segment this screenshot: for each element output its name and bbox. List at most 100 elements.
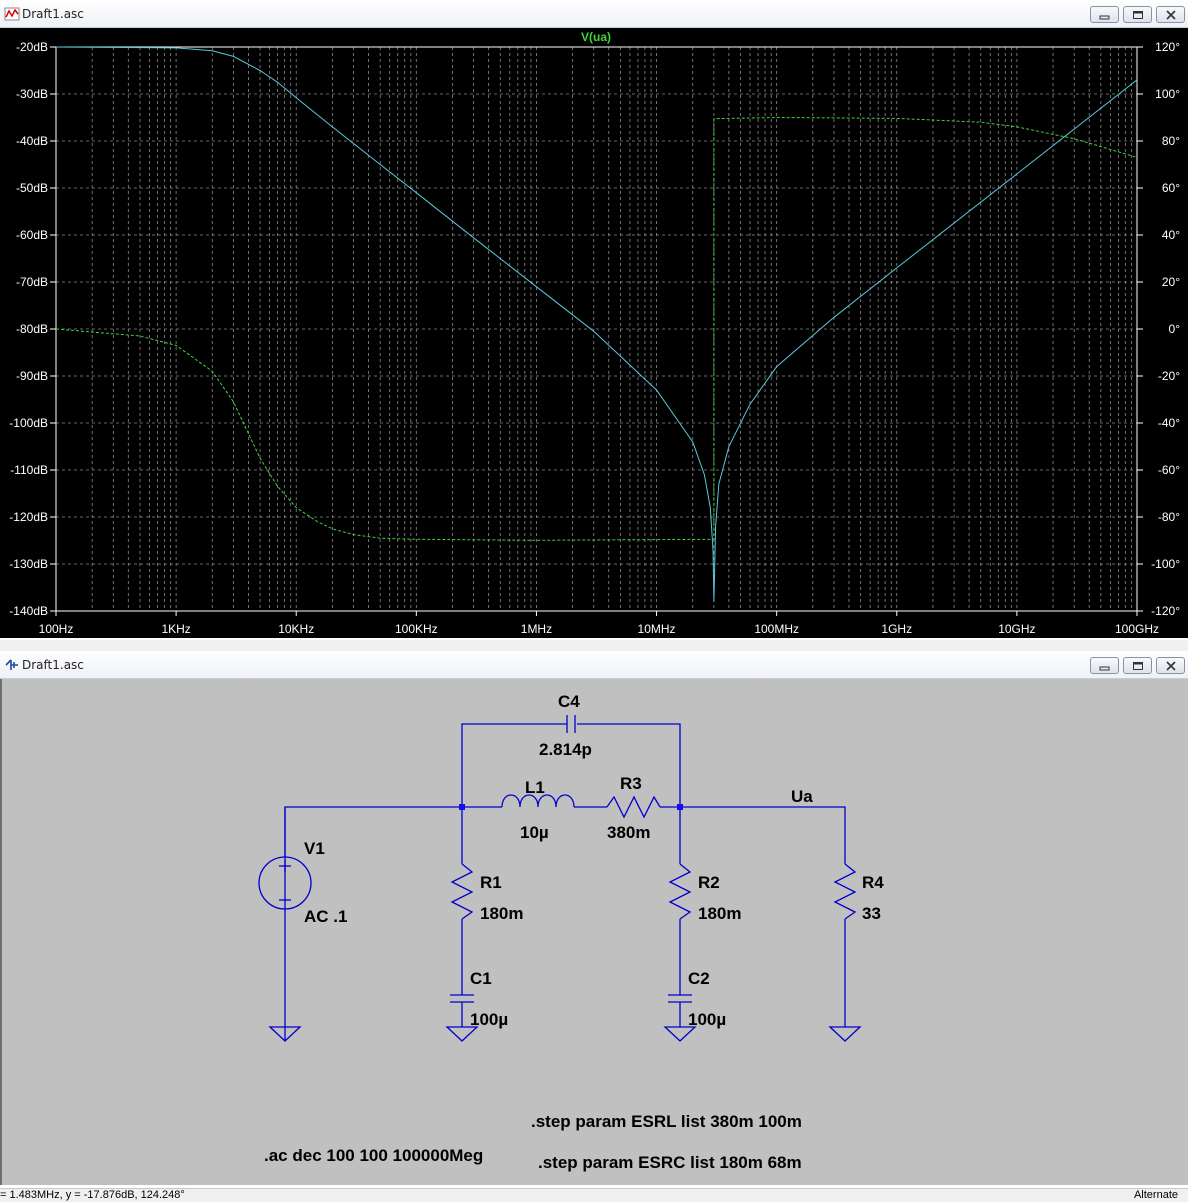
close-button[interactable] <box>1156 6 1185 23</box>
r3-value: 380m <box>607 823 650 842</box>
x-tick-label: 1MHz <box>521 622 552 636</box>
x-tick-label: 10GHz <box>998 622 1035 636</box>
c2-name: C2 <box>688 969 710 988</box>
junction-dot <box>459 804 465 810</box>
x-tick-label: 100KHz <box>395 622 438 636</box>
r1-value: 180m <box>480 904 523 923</box>
y-right-tick-label: -20° <box>1158 369 1180 383</box>
resistor-r3[interactable] <box>606 795 661 819</box>
ground-icon <box>445 1026 479 1042</box>
x-tick-label: 100MHz <box>754 622 799 636</box>
y-right-tick-label: 40° <box>1162 228 1180 242</box>
ground-icon <box>828 1026 862 1042</box>
v1-value: AC .1 <box>304 907 347 926</box>
schematic-window-title: Draft1.asc <box>22 658 84 672</box>
y-left-tick-label: -40dB <box>16 134 48 148</box>
restore-icon <box>1133 11 1143 19</box>
resistor-r4[interactable] <box>833 863 857 920</box>
directive-ac[interactable]: .ac dec 100 100 100000Meg <box>264 1146 483 1165</box>
y-right-tick-label: 120° <box>1155 40 1180 54</box>
wire <box>660 806 846 864</box>
y-right-tick-label: -120° <box>1151 604 1180 618</box>
x-tick-label: 100Hz <box>39 622 74 636</box>
y-left-tick-label: -100dB <box>9 416 48 430</box>
waveform-window-title: Draft1.asc <box>22 7 84 21</box>
plot-pane[interactable]: V(ua) -20dB -30dB -40dB -50dB -60dB -70dB -80d… <box>0 28 1188 638</box>
waveform-app-icon <box>4 7 20 21</box>
y-left-tick-label: -50dB <box>16 181 48 195</box>
restore-button[interactable] <box>1123 657 1152 674</box>
wire <box>577 723 681 807</box>
r2-value: 180m <box>698 904 741 923</box>
capacitor-c1[interactable] <box>450 994 474 1003</box>
y-right-tick-label: -80° <box>1158 510 1180 524</box>
plot-title: V(ua) <box>581 30 611 44</box>
resistor-r1[interactable] <box>450 863 474 920</box>
r4-value: 33 <box>862 904 881 923</box>
r2-name: R2 <box>698 873 720 892</box>
waveform-titlebar[interactable]: Draft1.asc <box>0 0 1188 28</box>
x-tick-label: 10KHz <box>278 622 314 636</box>
wire <box>461 723 567 807</box>
schematic-titlebar[interactable]: Draft1.asc <box>0 651 1188 679</box>
y-right-tick-label: -100° <box>1151 557 1180 571</box>
close-icon <box>1166 661 1176 671</box>
r3-name: R3 <box>620 774 642 793</box>
schematic-canvas[interactable]: C4 2.814p L1 10µ R3 380m Ua V1 AC .1 R1 … <box>0 679 1188 1185</box>
capacitor-c4[interactable] <box>566 715 576 733</box>
x-tick-label: 1GHz <box>881 622 912 636</box>
y-right-tick-label: -60° <box>1158 463 1180 477</box>
plot-grid <box>55 46 1138 612</box>
net-label-ua: Ua <box>791 787 813 806</box>
plot-series <box>55 46 1138 602</box>
c2-value: 100µ <box>688 1010 726 1029</box>
y-left-tick-label: -120dB <box>9 510 48 524</box>
c1-name: C1 <box>470 969 492 988</box>
y-right-tick-label: 20° <box>1162 275 1180 289</box>
y-left-tick-label: -110dB <box>10 463 48 477</box>
y-left-tick-label: -30dB <box>16 87 48 101</box>
x-tick-label: 100GHz <box>1115 622 1159 636</box>
c4-name: C4 <box>558 692 580 711</box>
c4-value: 2.814p <box>539 740 592 759</box>
y-left-tick-label: -20dB <box>16 40 48 54</box>
x-tick-label: 1KHz <box>161 622 190 636</box>
minimize-icon <box>1099 15 1110 20</box>
l1-value: 10µ <box>520 823 549 842</box>
directive-step-esrl[interactable]: .step param ESRL list 380m 100m <box>531 1112 802 1131</box>
schematic-window: Draft1.asc C4 2.814p L1 10µ R3 380m Ua V… <box>0 651 1188 1188</box>
y-left-tick-label: -130dB <box>9 557 48 571</box>
schematic-app-icon <box>5 659 18 670</box>
close-icon <box>1166 10 1176 20</box>
bode-plot[interactable]: V(ua) -20dB -30dB -40dB -50dB -60dB -70dB -80d… <box>0 28 1188 638</box>
waveform-window: Draft1.asc V(ua) -20dB -30dB -40dB -50dB -60… <box>0 0 1188 640</box>
restore-button[interactable] <box>1123 6 1152 23</box>
v1-name: V1 <box>304 839 325 858</box>
y-right-tick-label: 80° <box>1162 134 1180 148</box>
junction-dot <box>677 804 683 810</box>
y-right-tick-label: 60° <box>1162 181 1180 195</box>
minimize-icon <box>1099 666 1110 671</box>
status-mode: Alternate <box>1133 1189 1178 1201</box>
status-bar: = 1.483MHz, y = -17.876dB, 124.248° Alte… <box>0 1188 1188 1202</box>
series-magnitude <box>55 46 1138 602</box>
y-right-tick-label: 0° <box>1169 322 1181 336</box>
schematic-drawing[interactable]: C4 2.814p L1 10µ R3 380m Ua V1 AC .1 R1 … <box>2 679 1188 1185</box>
y-left-tick-label: -60dB <box>16 228 48 242</box>
restore-icon <box>1133 662 1143 670</box>
resistor-r2[interactable] <box>668 863 692 920</box>
capacitor-c2[interactable] <box>668 994 692 1003</box>
l1-name: L1 <box>525 778 545 797</box>
minimize-button[interactable] <box>1090 6 1119 23</box>
x-tick-label: 10MHz <box>638 622 676 636</box>
c1-value: 100µ <box>470 1010 508 1029</box>
minimize-button[interactable] <box>1090 657 1119 674</box>
r4-name: R4 <box>862 873 884 892</box>
close-button[interactable] <box>1156 657 1185 674</box>
y-right-tick-label: -40° <box>1158 416 1180 430</box>
y-left-tick-label: -140dB <box>9 604 48 618</box>
y-left-tick-label: -80dB <box>16 322 48 336</box>
y-left-tick-label: -70dB <box>16 275 48 289</box>
y-right-tick-label: 100° <box>1155 87 1180 101</box>
directive-step-esrc[interactable]: .step param ESRC list 180m 68m <box>538 1153 802 1172</box>
